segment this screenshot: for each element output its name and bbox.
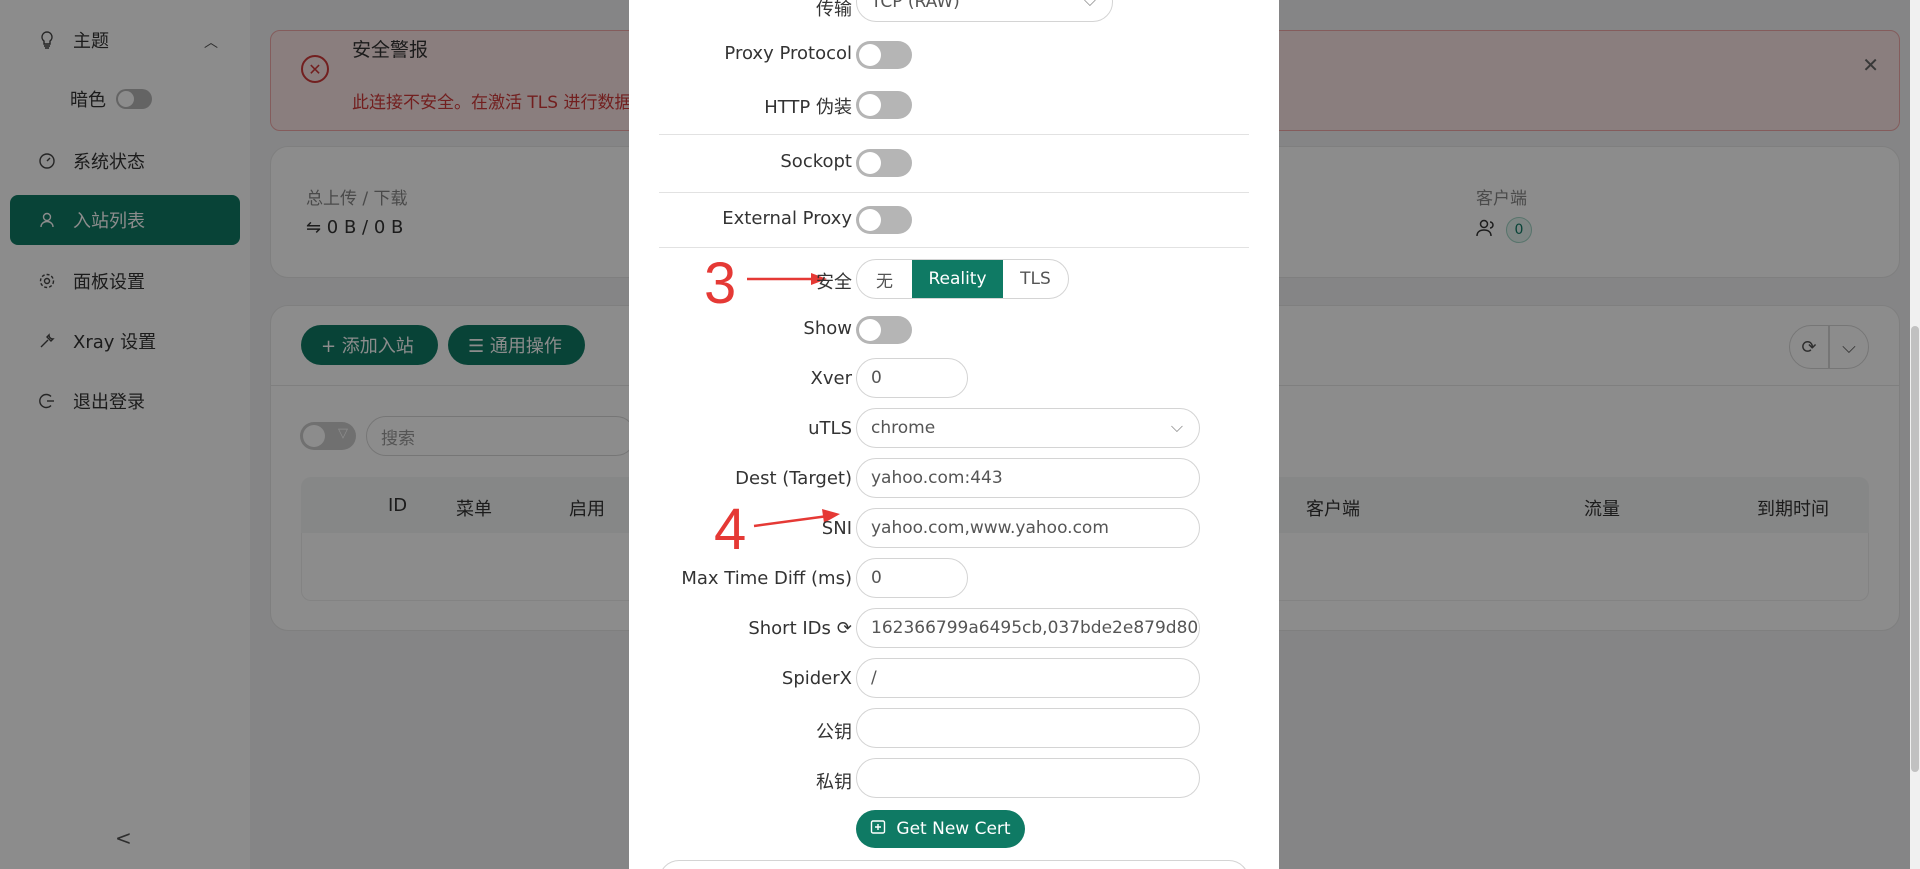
scrollbar-thumb[interactable] bbox=[1911, 326, 1919, 772]
sockopt-toggle[interactable] bbox=[856, 149, 912, 177]
public-key-label: 公钥 bbox=[816, 722, 852, 743]
get-new-cert-label: Get New Cert bbox=[896, 819, 1011, 839]
xver-input[interactable]: 0 bbox=[856, 358, 968, 398]
divider bbox=[659, 134, 1249, 135]
next-section-edge bbox=[659, 860, 1249, 869]
external-proxy-toggle[interactable] bbox=[856, 206, 912, 234]
get-new-cert-button[interactable]: Get New Cert bbox=[856, 810, 1025, 848]
refresh-icon[interactable]: ⟳ bbox=[837, 618, 852, 639]
http-camo-label: HTTP 伪装 bbox=[764, 97, 852, 118]
cert-icon bbox=[870, 819, 886, 840]
spiderx-input[interactable]: / bbox=[856, 658, 1200, 698]
transport-select[interactable]: TCP (RAW) bbox=[856, 0, 1113, 22]
sockopt-label: Sockopt bbox=[780, 151, 852, 172]
external-proxy-label: External Proxy bbox=[722, 208, 852, 229]
private-key-input[interactable] bbox=[856, 758, 1200, 798]
private-key-label: 私钥 bbox=[816, 772, 852, 793]
max-time-diff-label: Max Time Diff (ms) bbox=[681, 568, 852, 589]
public-key-input[interactable] bbox=[856, 708, 1200, 748]
show-label: Show bbox=[803, 318, 852, 339]
spiderx-label: SpiderX bbox=[781, 668, 852, 689]
proxy-protocol-toggle[interactable] bbox=[856, 41, 912, 69]
divider bbox=[659, 247, 1249, 248]
short-ids-row-label: Short IDs ⟳ bbox=[748, 618, 852, 639]
max-time-diff-input[interactable]: 0 bbox=[856, 558, 968, 598]
transport-label: 传输 bbox=[816, 0, 852, 20]
dest-input[interactable]: yahoo.com:443 bbox=[856, 458, 1200, 498]
annotation-step-4: 4 bbox=[714, 497, 747, 562]
security-option-none[interactable]: 无 bbox=[857, 260, 912, 298]
utls-label: uTLS bbox=[808, 418, 852, 439]
http-camo-toggle[interactable] bbox=[856, 91, 912, 119]
divider bbox=[659, 192, 1249, 193]
security-option-reality[interactable]: Reality bbox=[912, 260, 1003, 298]
short-ids-input[interactable]: 162366799a6495cb,037bde2e879d80,7b, bbox=[856, 608, 1200, 648]
show-toggle[interactable] bbox=[856, 316, 912, 344]
sni-input[interactable]: yahoo.com,www.yahoo.com bbox=[856, 508, 1200, 548]
dest-label: Dest (Target) bbox=[735, 468, 852, 489]
inbound-modal: 传输 TCP (RAW) Proxy Protocol HTTP 伪装 Sock… bbox=[629, 0, 1279, 869]
annotation-step-3: 3 bbox=[704, 251, 737, 316]
proxy-protocol-label: Proxy Protocol bbox=[724, 43, 852, 64]
sni-label: SNI bbox=[821, 518, 852, 539]
short-ids-label: Short IDs bbox=[748, 618, 831, 639]
xver-label: Xver bbox=[810, 368, 852, 389]
utls-select[interactable]: chrome bbox=[856, 408, 1200, 448]
security-label: 安全 bbox=[816, 272, 852, 293]
security-option-tls[interactable]: TLS bbox=[1003, 260, 1068, 298]
security-segmented: 无 Reality TLS bbox=[856, 259, 1069, 299]
